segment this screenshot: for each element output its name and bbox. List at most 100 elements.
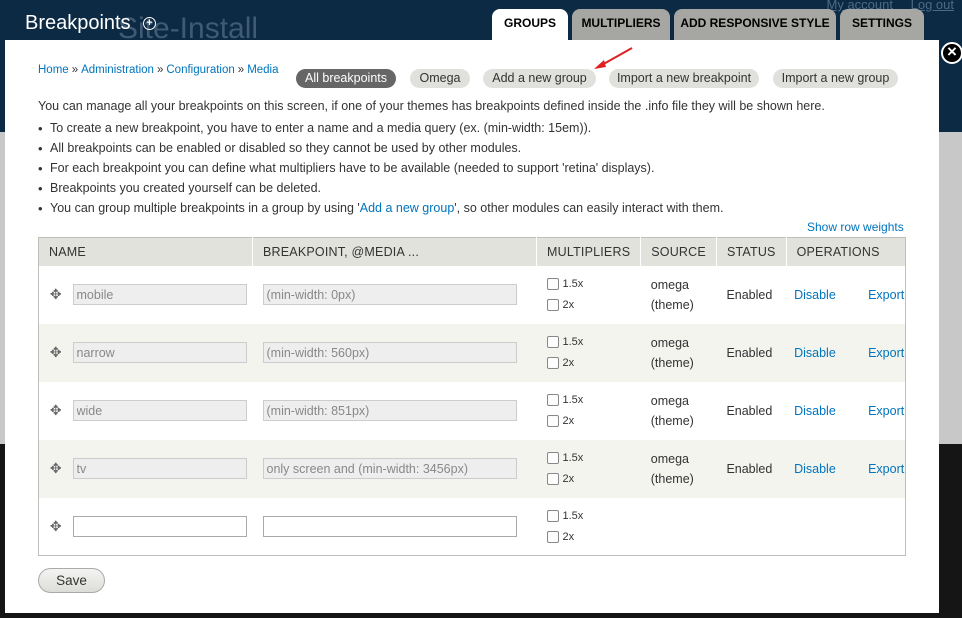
- multiplier-label: 1.5x: [562, 509, 584, 522]
- multiplier-label: 1.5x: [562, 394, 584, 406]
- column-header-operations: OPERATIONS: [786, 237, 906, 266]
- breakpoint-query-input[interactable]: [262, 342, 517, 363]
- tab-settings[interactable]: SETTINGS: [840, 9, 924, 40]
- status-value: Enabled: [716, 439, 787, 498]
- help-intro: You can manage all your breakpoints on t…: [38, 99, 825, 113]
- primary-tabs: GROUPS MULTIPLIERS ADD RESPONSIVE STYLE …: [492, 9, 928, 40]
- breadcrumb-configuration[interactable]: Configuration: [166, 64, 234, 76]
- help-item-suffix: ', so other modules can easily interact …: [454, 201, 724, 215]
- add-new-group-link[interactable]: Add a new group: [360, 201, 455, 215]
- help-text: You can manage all your breakpoints on t…: [38, 99, 918, 220]
- help-item: You can group multiple breakpoints in a …: [38, 200, 918, 220]
- column-header-breakpoint: BREAKPOINT, @MEDIA ...: [252, 237, 537, 266]
- close-icon[interactable]: ×: [941, 42, 962, 64]
- help-item: To create a new breakpoint, you have to …: [38, 120, 918, 140]
- new-breakpoint-row: ✥ 1.5x 2x: [38, 497, 906, 556]
- multiplier-1-5x-checkbox[interactable]: [546, 452, 559, 464]
- disable-link[interactable]: Disable: [794, 404, 836, 418]
- annotation-arrow-icon: [594, 47, 633, 69]
- new-breakpoint-query-input[interactable]: [262, 515, 517, 537]
- multiplier-label: 1.5x: [562, 278, 584, 290]
- action-omega[interactable]: Omega: [410, 69, 470, 88]
- help-item-prefix: You can group multiple breakpoints in a …: [50, 201, 360, 215]
- source-type: (theme): [650, 355, 694, 370]
- source-name: omega: [650, 451, 689, 466]
- source-name: omega: [650, 277, 689, 292]
- status-value: Enabled: [716, 265, 787, 324]
- breakpoint-name-input[interactable]: [72, 400, 247, 421]
- column-header-source: SOURCE: [640, 237, 717, 266]
- table-row: ✥ 1.5x 2x omega (theme) Enabled Disable E…: [38, 381, 906, 440]
- breakpoint-name-input[interactable]: [72, 458, 247, 479]
- disable-link[interactable]: Disable: [794, 462, 836, 476]
- breakpoint-query-input[interactable]: [262, 458, 517, 479]
- column-header-status: STATUS: [716, 237, 787, 266]
- multiplier-2x-checkbox[interactable]: [546, 357, 559, 369]
- new-breakpoint-name-input[interactable]: [72, 515, 247, 537]
- multiplier-2x-checkbox[interactable]: [546, 473, 559, 485]
- drag-handle-icon[interactable]: ✥: [38, 497, 73, 556]
- table-row: ✥ 1.5x 2x omega (theme) Enabled Disable E…: [38, 265, 906, 324]
- multiplier-2x-checkbox[interactable]: [546, 415, 559, 427]
- breadcrumb-administration[interactable]: Administration: [81, 64, 154, 76]
- breakpoint-query-input[interactable]: [262, 400, 517, 421]
- table-row: ✥ 1.5x 2x omega (theme) Enabled Disable E…: [38, 323, 906, 382]
- source-name: omega: [650, 335, 689, 350]
- overlay-content: Home» Administration» Configuration» Media …: [5, 40, 939, 613]
- action-import-group[interactable]: Import a new group: [773, 69, 898, 88]
- column-header-multipliers: MULTIPLIERS: [536, 237, 642, 266]
- multiplier-1-5x-checkbox[interactable]: [546, 278, 559, 290]
- save-button[interactable]: Save: [38, 568, 105, 593]
- multiplier-2x-checkbox[interactable]: [546, 299, 559, 311]
- drag-handle-icon[interactable]: ✥: [38, 381, 73, 440]
- export-link[interactable]: Export: [868, 404, 904, 418]
- overlay-title: Breakpoints: [25, 12, 131, 34]
- source-type: (theme): [650, 471, 694, 486]
- multiplier-label: 1.5x: [562, 452, 584, 464]
- breakpoint-name-input[interactable]: [72, 342, 247, 363]
- tab-add-responsive-style[interactable]: ADD RESPONSIVE STYLE: [674, 9, 836, 40]
- export-link[interactable]: Export: [868, 288, 904, 302]
- column-header-name: NAME: [38, 237, 253, 266]
- help-list: To create a new breakpoint, you have to …: [38, 120, 918, 220]
- multiplier-label: 2x: [562, 357, 575, 369]
- table-row: ✥ 1.5x 2x omega (theme) Enabled Disable E…: [38, 439, 906, 498]
- drag-handle-icon[interactable]: ✥: [38, 323, 73, 382]
- drag-handle-icon[interactable]: ✥: [38, 439, 73, 498]
- disable-link[interactable]: Disable: [794, 346, 836, 360]
- tab-groups[interactable]: GROUPS: [492, 9, 568, 40]
- multiplier-label: 2x: [562, 415, 575, 427]
- action-add-new-group[interactable]: Add a new group: [483, 69, 596, 88]
- breadcrumb-separator: »: [71, 64, 79, 76]
- add-shortcut-icon[interactable]: +: [143, 17, 156, 30]
- breadcrumb-separator: »: [156, 64, 164, 76]
- multiplier-1-5x-checkbox[interactable]: [546, 394, 559, 406]
- breadcrumb: Home» Administration» Configuration» Media: [38, 64, 279, 76]
- drag-handle-icon[interactable]: ✥: [38, 265, 73, 324]
- multiplier-1-5x-checkbox[interactable]: [546, 509, 559, 522]
- multiplier-label: 1.5x: [562, 336, 584, 348]
- breakpoint-query-input[interactable]: [262, 284, 517, 305]
- breadcrumb-media[interactable]: Media: [247, 64, 278, 76]
- status-value: Enabled: [716, 323, 787, 382]
- help-item: All breakpoints can be enabled or disabl…: [38, 140, 918, 160]
- multiplier-label: 2x: [562, 473, 575, 485]
- breadcrumb-separator: »: [237, 64, 245, 76]
- breakpoint-name-input[interactable]: [72, 284, 247, 305]
- tab-multipliers[interactable]: MULTIPLIERS: [572, 9, 670, 40]
- multiplier-label: 2x: [562, 299, 575, 311]
- multiplier-2x-checkbox[interactable]: [546, 530, 559, 543]
- breakpoints-table: NAME BREAKPOINT, @MEDIA ... MULTIPLIERS …: [38, 237, 906, 556]
- export-link[interactable]: Export: [868, 346, 904, 360]
- help-item: Breakpoints you created yourself can be …: [38, 180, 918, 200]
- source-name: omega: [650, 393, 689, 408]
- action-all-breakpoints[interactable]: All breakpoints: [296, 69, 396, 88]
- breadcrumb-home[interactable]: Home: [38, 64, 69, 76]
- disable-link[interactable]: Disable: [794, 288, 836, 302]
- show-row-weights-link[interactable]: Show row weights: [807, 220, 904, 234]
- export-link[interactable]: Export: [868, 462, 904, 476]
- source-type: (theme): [650, 413, 694, 428]
- source-type: (theme): [650, 297, 694, 312]
- multiplier-label: 2x: [562, 530, 575, 543]
- multiplier-1-5x-checkbox[interactable]: [546, 336, 559, 348]
